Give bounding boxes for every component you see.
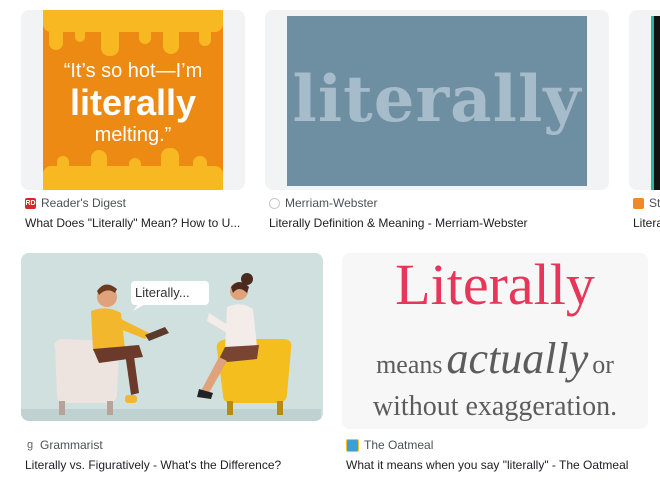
merriam-webster-image: literally xyxy=(287,16,587,186)
result-title[interactable]: What it means when you say "literally" -… xyxy=(346,458,646,476)
result-thumbnail[interactable]: literally xyxy=(265,10,609,190)
source-name: Grammarist xyxy=(40,438,103,452)
result-title[interactable]: What Does "Literally" Mean? How to U... xyxy=(25,216,245,234)
image-text-line3: without exaggeration. xyxy=(372,391,618,422)
result-source[interactable]: RD Reader's Digest xyxy=(25,195,126,211)
partial-image xyxy=(651,16,660,190)
source-name: The Oatmeal xyxy=(364,438,434,452)
image-word: literally xyxy=(292,62,582,137)
merriam-webster-favicon-icon xyxy=(269,197,280,209)
readers-digest-favicon-icon: RD xyxy=(25,197,36,209)
result-source[interactable]: g Grammarist xyxy=(25,437,103,453)
image-text-line2: literally xyxy=(69,82,197,123)
partial-favicon-icon xyxy=(633,197,644,209)
image-word-actually: actually xyxy=(446,334,589,383)
image-text-line1: Literally xyxy=(395,253,595,317)
speech-bubble-text: Literally... xyxy=(135,285,190,300)
oatmeal-image: Literally means actually or without exag… xyxy=(342,253,648,429)
result-source[interactable]: The Oatmeal xyxy=(346,437,433,453)
conversation-illustration xyxy=(53,273,292,415)
image-word-or: or xyxy=(592,350,614,379)
image-word-means: means xyxy=(376,350,443,379)
result-thumbnail[interactable]: Literally... xyxy=(21,253,323,421)
source-name: Merriam-Webster xyxy=(285,196,378,210)
source-name: St xyxy=(649,196,660,210)
result-title[interactable]: Litera xyxy=(633,216,660,234)
result-thumbnail[interactable]: Literally means actually or without exag… xyxy=(342,253,648,429)
the-oatmeal-favicon-icon xyxy=(346,438,359,452)
image-text-line1: “It’s so hot—I’m xyxy=(63,60,203,82)
result-title[interactable]: Literally vs. Figuratively - What's the … xyxy=(25,458,325,476)
result-title[interactable]: Literally Definition & Meaning - Merriam… xyxy=(269,216,599,234)
image-text-line2: means actually or xyxy=(342,333,648,384)
result-source[interactable]: Merriam-Webster xyxy=(269,195,377,211)
result-thumbnail[interactable] xyxy=(629,10,660,190)
image-text-line3: melting.” xyxy=(94,124,172,146)
result-source[interactable]: St xyxy=(633,195,660,211)
readers-digest-image: “It’s so hot—I’m literally melting.” xyxy=(43,10,223,190)
result-thumbnail[interactable]: “It’s so hot—I’m literally melting.” xyxy=(21,10,245,190)
source-name: Reader's Digest xyxy=(41,196,126,210)
grammarist-illustration: Literally... xyxy=(21,253,323,421)
grammarist-favicon-icon: g xyxy=(26,439,34,451)
